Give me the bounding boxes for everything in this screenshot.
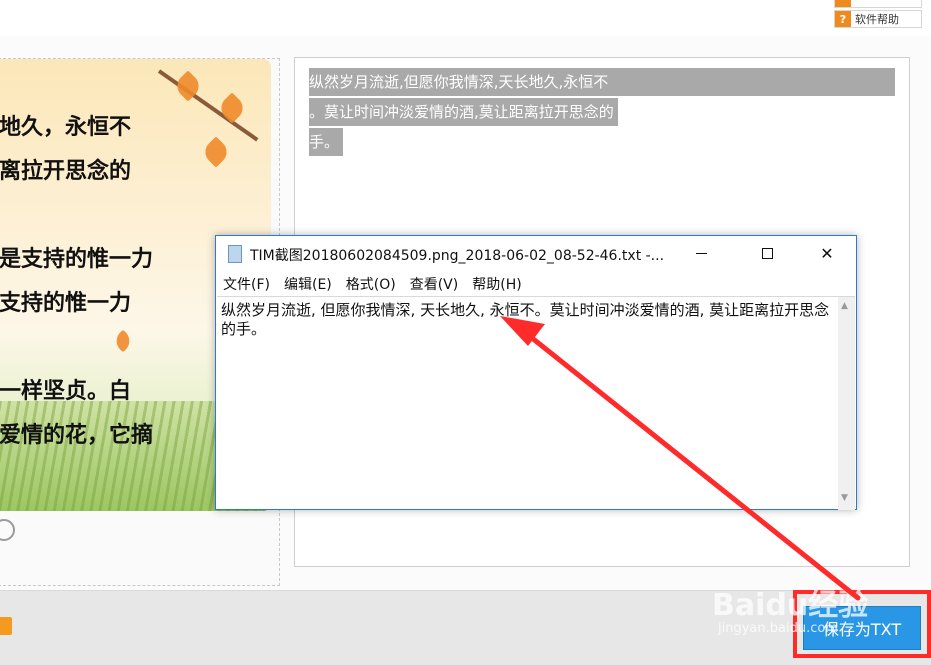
notepad-window: TIM截图20180602084509.png_2018-06-02_08-52… <box>215 235 857 510</box>
ocr-text-line: 。莫让时间冲淡爱情的酒,莫让距离拉开思念的 <box>309 98 618 126</box>
close-button[interactable]: ✕ <box>804 236 850 270</box>
notepad-title: TIM截图20180602084509.png_2018-06-02_08-52… <box>250 248 665 264</box>
leaf-decoration <box>111 329 135 353</box>
menu-file[interactable]: 文件(F) <box>223 274 270 294</box>
menu-edit[interactable]: 编辑(E) <box>284 274 332 294</box>
notepad-text-area[interactable]: 纵然岁月流逝, 但愿你我情深, 天长地久, 永恒不。莫让时间冲淡爱情的酒, 莫让… <box>217 296 855 510</box>
maximize-button[interactable] <box>744 236 790 270</box>
notepad-title-bar[interactable]: TIM截图20180602084509.png_2018-06-02_08-52… <box>216 236 856 272</box>
ocr-text-line: 手。 <box>309 128 344 156</box>
close-icon: ✕ <box>820 243 834 263</box>
image-text-line: 支持的惟一力 <box>0 291 132 316</box>
scroll-up-icon[interactable]: ▲ <box>841 301 848 311</box>
image-text-line: 是支持的惟一力 <box>0 247 154 272</box>
ocr-text-line: 纵然岁月流逝,但愿你我情深,天长地久,永恒不 <box>309 68 895 96</box>
top-toolbar: ? 软件帮助 <box>0 0 931 36</box>
vertical-scrollbar[interactable]: ▲ ▼ <box>838 297 855 510</box>
help-button[interactable]: ? 软件帮助 <box>834 10 922 28</box>
notepad-menu-bar: 文件(F) 编辑(E) 格式(O) 查看(V) 帮助(H) <box>216 272 856 296</box>
question-icon: ? <box>835 11 851 27</box>
minimize-button[interactable] <box>678 236 724 270</box>
leaf-decoration <box>216 92 248 124</box>
image-text-line: 爱情的花，它摘 <box>0 423 154 448</box>
watermark: Baidu经验 <box>712 588 869 623</box>
orange-square-icon <box>835 0 851 7</box>
maximize-icon <box>761 247 773 259</box>
watermark-url: jingyan.baidu.com <box>718 621 838 636</box>
notepad-content: 纵然岁月流逝, 但愿你我情深, 天长地久, 永恒不。莫让时间冲淡爱情的酒, 莫让… <box>221 301 830 338</box>
leaf-decoration <box>200 136 232 168</box>
folder-icon[interactable] <box>0 617 12 635</box>
minimize-icon <box>695 252 707 254</box>
image-text-line: 离拉开思念的 <box>0 159 132 184</box>
menu-help[interactable]: 帮助(H) <box>472 274 521 294</box>
image-text-line: 地久，永恒不 <box>0 115 132 140</box>
top-button[interactable] <box>834 0 922 8</box>
menu-view[interactable]: 查看(V) <box>410 274 459 294</box>
branch-decoration <box>157 69 259 142</box>
notepad-file-icon <box>228 245 242 263</box>
image-text-line: 一样坚贞。白 <box>0 379 132 404</box>
scroll-down-icon[interactable]: ▼ <box>841 493 848 503</box>
zoom-icon[interactable] <box>0 519 15 541</box>
help-label: 软件帮助 <box>855 13 899 26</box>
menu-format[interactable]: 格式(O) <box>346 274 396 294</box>
